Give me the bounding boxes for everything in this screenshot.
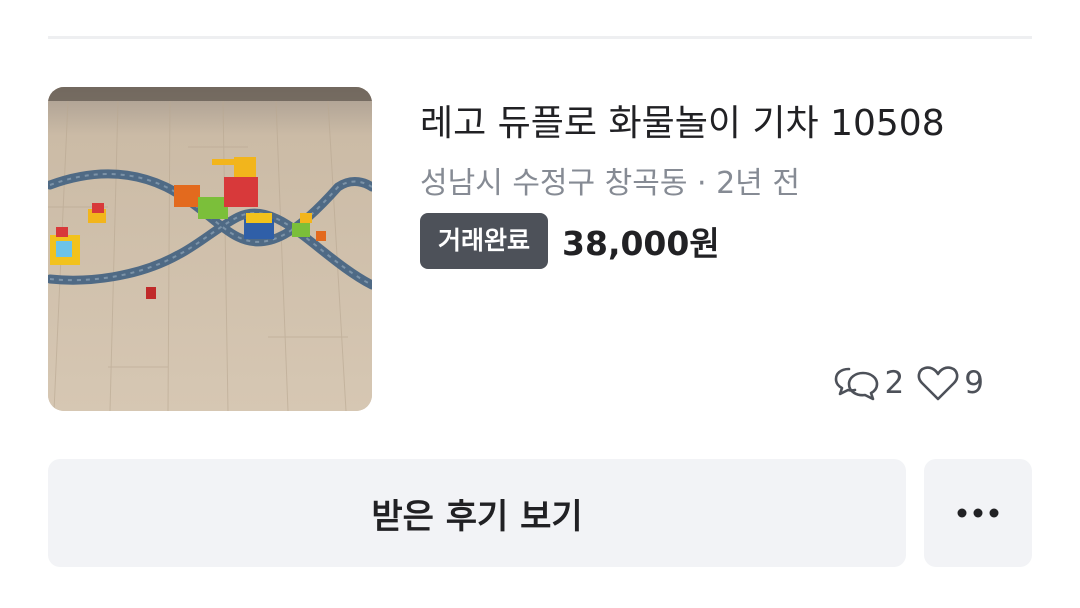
item-counts: 2 9	[833, 360, 984, 406]
item-info: 레고 듀플로 화물놀이 기차 10508 성남시 수정구 창곡동 · 2년 전 …	[420, 96, 1032, 270]
item-title[interactable]: 레고 듀플로 화물놀이 기차 10508	[420, 96, 1032, 152]
meta-separator: ·	[687, 166, 717, 201]
status-badge: 거래완료	[420, 213, 549, 269]
chat-count: 2	[833, 363, 905, 403]
item-meta: 성남시 수정구 창곡동 · 2년 전	[420, 162, 1032, 206]
view-reviews-button[interactable]: 받은 후기 보기	[48, 459, 906, 567]
more-options-button[interactable]	[924, 459, 1032, 567]
item-location: 성남시 수정구 창곡동	[420, 166, 688, 201]
like-count: 9	[916, 363, 984, 403]
item-price: 38,000원	[562, 224, 720, 263]
item-thumbnail[interactable]	[48, 87, 372, 411]
chat-count-value: 2	[884, 365, 905, 401]
chat-bubbles-icon	[834, 367, 878, 401]
top-divider	[48, 36, 1032, 39]
item-time: 2년 전	[716, 166, 800, 201]
price-row: 거래완료 38,000원	[420, 212, 1032, 270]
more-horizontal-icon	[957, 508, 999, 518]
like-count-value: 9	[964, 365, 984, 401]
thumbnail-photo	[48, 87, 372, 411]
heart-icon	[917, 366, 959, 401]
